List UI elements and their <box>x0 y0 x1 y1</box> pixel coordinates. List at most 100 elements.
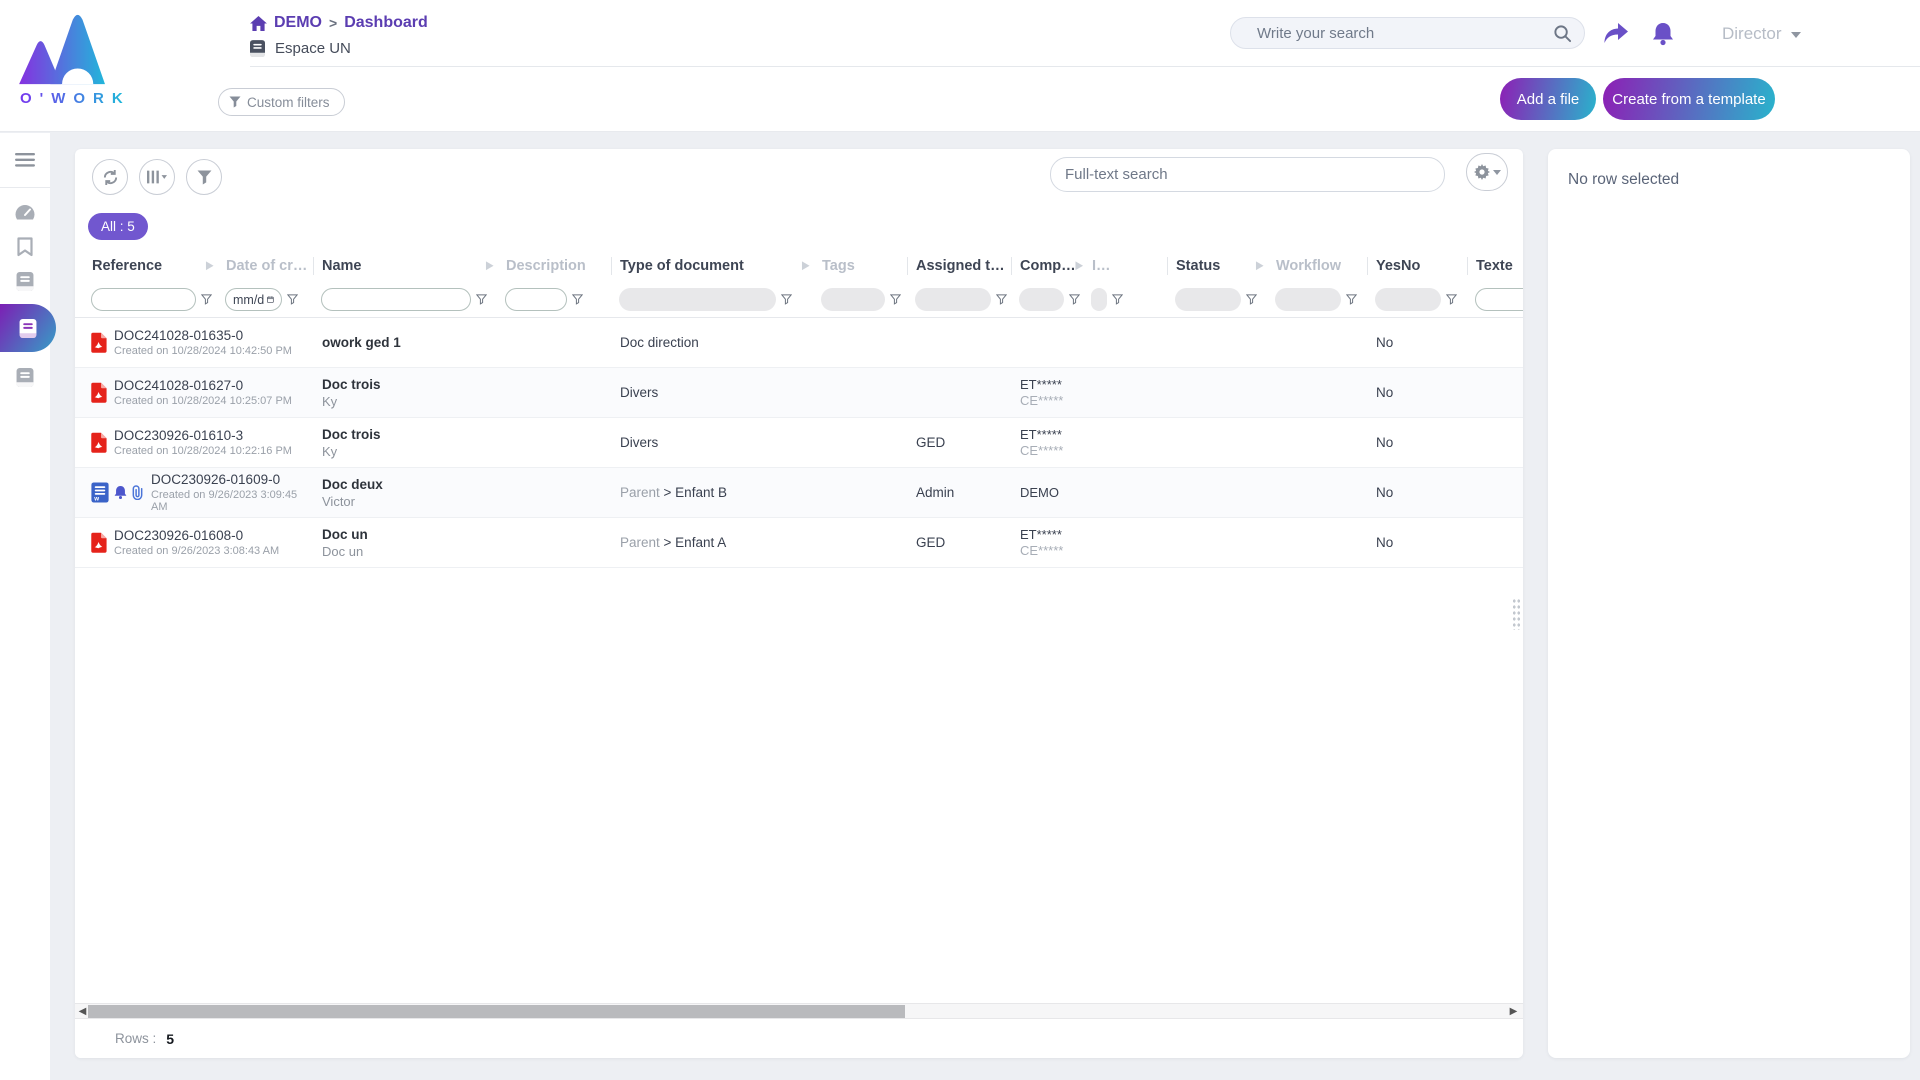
sidebar-item-ged-active[interactable] <box>0 304 56 352</box>
cell-yesno: No <box>1368 535 1468 550</box>
filter-funnel-icon[interactable] <box>781 294 792 305</box>
scrollbar-thumb[interactable] <box>88 1005 905 1018</box>
cell-type: Divers <box>612 385 908 400</box>
cell-company: DEMO <box>1012 485 1168 500</box>
cell-company: ET***** CE***** <box>1012 427 1168 458</box>
search-icon[interactable] <box>1553 24 1572 43</box>
header-divider <box>250 66 1920 67</box>
custom-filters-button[interactable]: Custom filters <box>218 88 345 116</box>
expand-group-icon[interactable]: ▶ <box>486 259 493 272</box>
cell-name: Doc un Doc un <box>314 527 612 559</box>
all-rows-badge[interactable]: All : 5 <box>88 213 148 240</box>
cell-reference: w DOC230926-01609-0 Created on 9/26/2023… <box>84 472 314 513</box>
filter-name <box>314 288 498 311</box>
scroll-left-arrow-icon[interactable]: ◀ <box>77 1006 88 1017</box>
document-reference: DOC230926-01610-3 <box>114 428 292 443</box>
expand-group-icon[interactable]: ▶ <box>802 259 809 272</box>
expand-group-icon[interactable]: ▶ <box>1076 259 1083 272</box>
attachment-paperclip-icon <box>131 485 144 500</box>
column-header-tags[interactable]: Tags <box>814 257 908 275</box>
horizontal-scrollbar[interactable]: ◀ ▶ <box>75 1003 1523 1019</box>
menu-hamburger-icon[interactable] <box>0 143 50 177</box>
filter-description-input[interactable] <box>505 288 567 311</box>
filter-type-select[interactable] <box>619 288 776 311</box>
calendar-icon[interactable] <box>267 294 274 305</box>
column-header-yesno[interactable]: YesNo <box>1368 257 1468 275</box>
columns-button[interactable] <box>139 159 175 195</box>
filter-button[interactable] <box>186 159 222 195</box>
document-reference: DOC241028-01627-0 <box>114 378 292 393</box>
home-icon[interactable] <box>250 16 267 31</box>
create-from-template-button[interactable]: Create from a template <box>1603 78 1775 120</box>
column-header-name[interactable]: Name▶ <box>314 257 498 275</box>
column-header-company[interactable]: Comp…▶ <box>1012 257 1084 275</box>
filter-funnel-icon[interactable] <box>201 294 212 305</box>
cell-assigned: GED <box>908 435 1012 450</box>
journal-icon <box>16 368 34 387</box>
filter-i-select[interactable] <box>1091 288 1107 311</box>
filter-funnel-icon[interactable] <box>890 294 901 305</box>
column-header-reference[interactable]: Reference▶ <box>84 257 218 275</box>
filter-assigned-select[interactable] <box>915 288 991 311</box>
scroll-right-arrow-icon[interactable]: ▶ <box>1508 1006 1519 1017</box>
cell-yesno: No <box>1368 435 1468 450</box>
sidebar-item-dashboard[interactable] <box>0 196 50 230</box>
filter-tags-select[interactable] <box>821 288 885 311</box>
filter-funnel-icon <box>197 170 212 185</box>
rows-count-value: 5 <box>166 1031 174 1047</box>
add-file-button[interactable]: Add a file <box>1500 78 1596 120</box>
detail-panel: No row selected <box>1548 149 1910 1058</box>
filter-texte-input[interactable] <box>1475 288 1523 311</box>
filter-funnel-icon[interactable] <box>287 294 298 305</box>
filter-funnel-icon[interactable] <box>1112 294 1123 305</box>
notifications-bell-icon[interactable] <box>1652 22 1678 46</box>
filter-funnel-icon[interactable] <box>572 294 583 305</box>
column-header-i[interactable]: I… <box>1084 257 1168 275</box>
app-logo[interactable]: O'WORK <box>14 8 130 107</box>
breadcrumb-current[interactable]: Dashboard <box>344 14 428 32</box>
table-settings-button[interactable] <box>1466 153 1508 191</box>
filter-funnel-icon[interactable] <box>1246 294 1257 305</box>
column-header-assigned[interactable]: Assigned t… <box>908 257 1012 275</box>
column-header-status[interactable]: Status▶ <box>1168 257 1268 275</box>
breadcrumb-root[interactable]: DEMO <box>274 14 322 32</box>
filter-funnel-icon[interactable] <box>1446 294 1457 305</box>
cell-yesno: No <box>1368 485 1468 500</box>
cell-type: Parent > Enfant A <box>612 535 908 550</box>
sidebar-item-archives[interactable] <box>0 360 50 394</box>
table-row[interactable]: DOC241028-01627-0 Created on 10/28/2024 … <box>75 368 1523 418</box>
word-file-icon: w <box>90 482 110 503</box>
filter-funnel-icon[interactable] <box>996 294 1007 305</box>
column-header-texte[interactable]: Texte <box>1468 257 1523 275</box>
filter-company-select[interactable] <box>1019 288 1064 311</box>
column-header-description[interactable]: Description <box>498 257 612 275</box>
filter-yesno-select[interactable] <box>1375 288 1441 311</box>
panel-resize-handle[interactable] <box>1512 598 1521 630</box>
filter-funnel-icon[interactable] <box>1346 294 1357 305</box>
filter-date-input[interactable]: mm/d <box>225 288 282 311</box>
sidebar-item-documents[interactable] <box>0 264 50 298</box>
filter-name-input[interactable] <box>321 288 471 311</box>
column-header-workflow[interactable]: Workflow <box>1268 257 1368 275</box>
table-row[interactable]: w DOC230926-01609-0 Created on 9/26/2023… <box>75 468 1523 518</box>
column-header-date[interactable]: Date of cr… <box>218 257 314 275</box>
table-row[interactable]: DOC241028-01635-0 Created on 10/28/2024 … <box>75 318 1523 368</box>
user-menu[interactable]: Director <box>1722 24 1801 44</box>
filter-reference-input[interactable] <box>91 288 196 311</box>
refresh-button[interactable] <box>92 159 128 195</box>
sidebar-item-bookmarks[interactable] <box>0 230 50 264</box>
filter-funnel-icon[interactable] <box>1069 294 1080 305</box>
document-created: Created on 10/28/2024 10:22:16 PM <box>114 445 292 457</box>
table-row[interactable]: DOC230926-01608-0 Created on 9/26/2023 3… <box>75 518 1523 568</box>
global-search-input[interactable] <box>1257 25 1553 42</box>
sidebar <box>0 133 50 1080</box>
expand-group-icon[interactable]: ▶ <box>206 259 213 272</box>
table-row[interactable]: DOC230926-01610-3 Created on 10/28/2024 … <box>75 418 1523 468</box>
share-icon[interactable] <box>1603 22 1629 46</box>
filter-funnel-icon[interactable] <box>476 294 487 305</box>
expand-group-icon[interactable]: ▶ <box>1256 259 1263 272</box>
filter-status-select[interactable] <box>1175 288 1241 311</box>
fulltext-search-input[interactable] <box>1065 166 1430 183</box>
column-header-type[interactable]: Type of document▶ <box>612 257 814 275</box>
filter-workflow-select[interactable] <box>1275 288 1341 311</box>
